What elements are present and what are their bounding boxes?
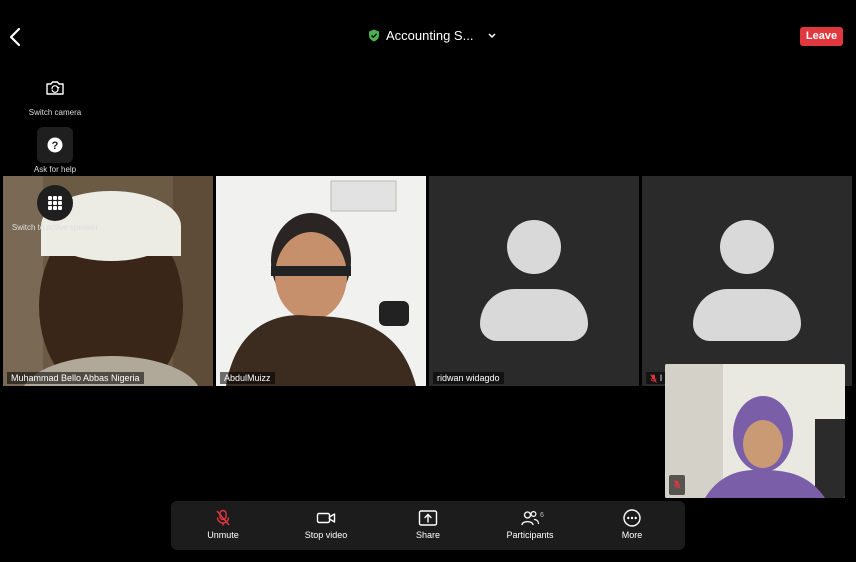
- switch-camera-icon-wrap: [37, 70, 73, 106]
- camera-switch-icon: [46, 81, 64, 95]
- meeting-toolbar: Unmute Stop video Share 6 Participants M…: [171, 501, 685, 550]
- participant-video: [216, 176, 426, 386]
- self-mute-badge: [669, 475, 685, 495]
- video-camera-icon: [316, 512, 336, 524]
- leave-button[interactable]: Leave: [800, 27, 843, 46]
- switch-camera-button[interactable]: Switch camera: [5, 70, 105, 117]
- participant-tile[interactable]: l: [642, 176, 852, 386]
- back-button[interactable]: [6, 26, 26, 48]
- svg-text:?: ?: [52, 140, 59, 152]
- participant-name: AbdulMuizz: [220, 372, 275, 384]
- avatar-head: [720, 220, 774, 274]
- meeting-title: Accounting S...: [386, 28, 474, 43]
- top-bar: Accounting S... Leave: [0, 0, 856, 72]
- ask-for-help-button[interactable]: ? Ask for help: [5, 127, 105, 174]
- more-button[interactable]: More: [592, 509, 672, 540]
- switch-to-active-speaker-label: Switch to active speaker: [11, 223, 99, 232]
- self-view[interactable]: [665, 364, 845, 498]
- participant-name-wrap: l: [646, 372, 666, 384]
- grid-icon: [48, 196, 62, 210]
- participant-tile-active[interactable]: AbdulMuizz: [216, 176, 426, 386]
- avatar-body: [480, 289, 588, 341]
- chevron-down-icon: [488, 32, 496, 38]
- share-screen-icon: [418, 510, 438, 526]
- participants-label: Participants: [506, 530, 554, 540]
- grid-icon-wrap: [37, 185, 73, 221]
- muted-mic-icon: [673, 480, 681, 489]
- ask-for-help-label: Ask for help: [33, 165, 77, 174]
- stop-video-button[interactable]: Stop video: [286, 509, 366, 540]
- participants-count: 6: [540, 512, 544, 519]
- switch-camera-label: Switch camera: [28, 108, 82, 117]
- meeting-title-dropdown[interactable]: Accounting S...: [368, 28, 497, 43]
- muted-mic-icon: [216, 509, 230, 526]
- more-label: More: [621, 530, 643, 540]
- help-icon-wrap: ?: [37, 127, 73, 163]
- unmute-button[interactable]: Unmute: [183, 509, 263, 540]
- muted-mic-icon: [650, 373, 657, 383]
- avatar-head: [507, 220, 561, 274]
- shield-check-icon: [369, 29, 379, 42]
- participants-icon: [521, 510, 540, 526]
- switch-to-active-speaker-button[interactable]: Switch to active speaker: [5, 185, 105, 232]
- self-video: [665, 364, 845, 498]
- more-icon: [623, 509, 641, 527]
- participant-name: l: [660, 373, 662, 383]
- participant-tile[interactable]: ridwan widagdo: [429, 176, 639, 386]
- unmute-label: Unmute: [207, 530, 239, 540]
- avatar-body: [693, 289, 801, 341]
- participant-name: ridwan widagdo: [433, 372, 504, 384]
- share-label: Share: [415, 530, 441, 540]
- chevron-left-icon: [9, 27, 21, 47]
- question-icon: ?: [47, 137, 63, 153]
- participant-name: Muhammad Bello Abbas Nigeria: [7, 372, 144, 384]
- participants-button[interactable]: 6 Participants: [490, 509, 570, 540]
- stop-video-label: Stop video: [304, 530, 348, 540]
- share-button[interactable]: Share: [388, 509, 468, 540]
